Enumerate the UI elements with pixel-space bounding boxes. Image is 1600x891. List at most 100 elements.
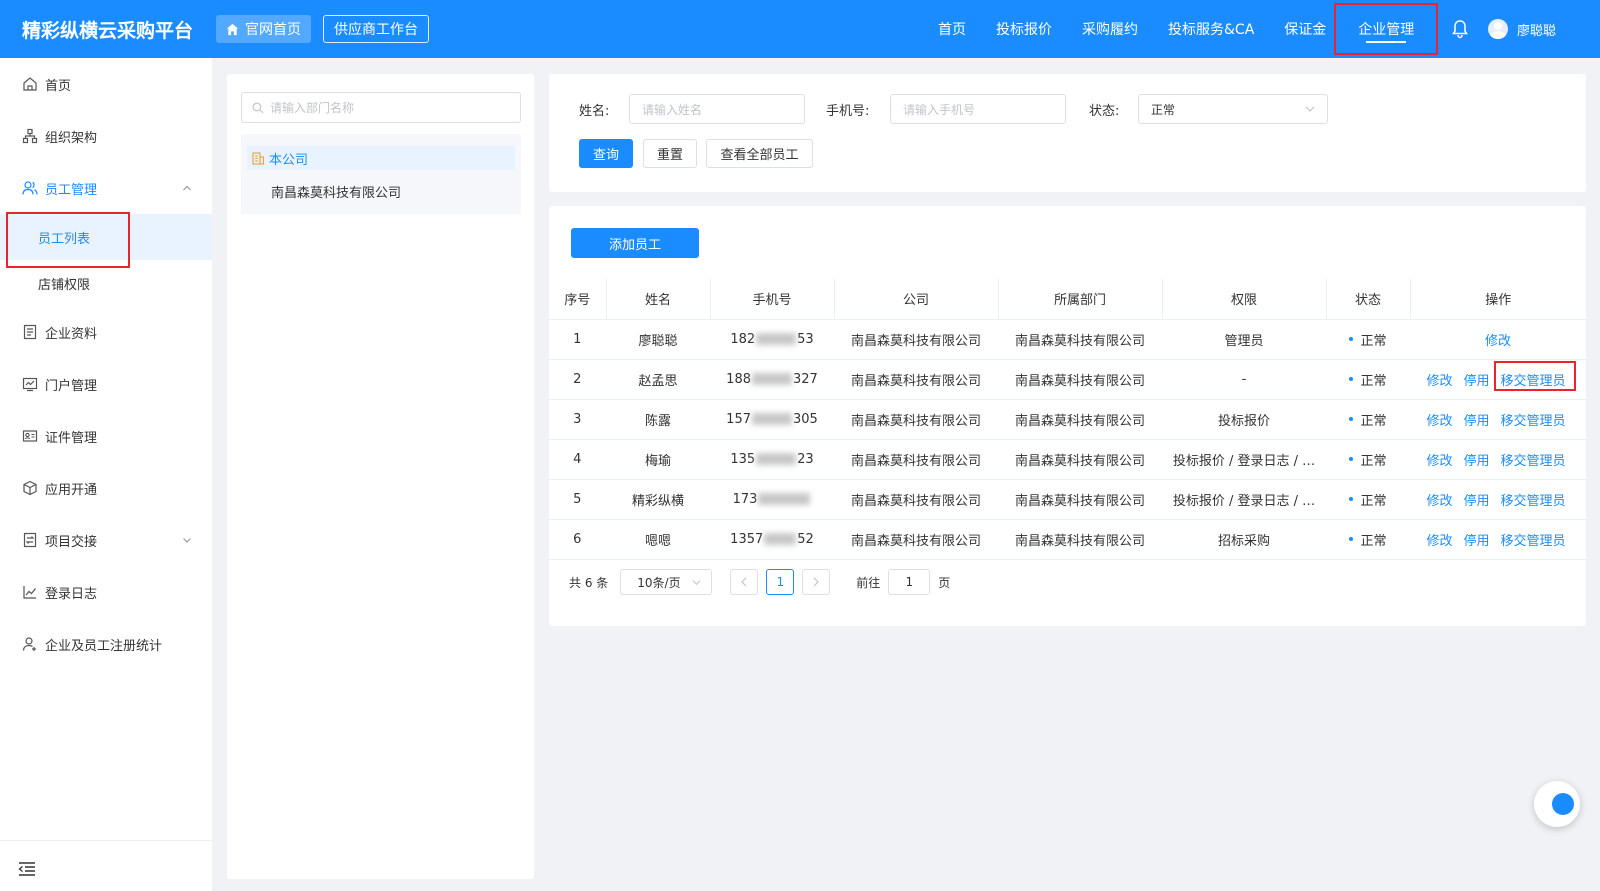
department-search-input[interactable]: 请输入部门名称 <box>241 92 521 123</box>
cell-permission: 管理员 <box>1162 319 1326 360</box>
phone-input[interactable]: 请输入手机号 <box>890 94 1066 124</box>
chevron-left-icon <box>741 577 747 587</box>
header-permission: 权限 <box>1162 279 1327 320</box>
cell-company: 南昌森莫科技有限公司 <box>834 399 998 440</box>
goto-page-input[interactable]: 1 <box>888 569 931 595</box>
cell-no: 1 <box>549 319 606 360</box>
floating-chat-button[interactable] <box>1534 781 1580 827</box>
transfer-admin-link[interactable]: 移交管理员 <box>1500 530 1565 549</box>
prev-page-button[interactable] <box>730 569 759 595</box>
cell-department: 南昌森莫科技有限公司 <box>998 359 1162 400</box>
disable-link[interactable]: 停用 <box>1463 530 1489 549</box>
table-row: 3 陈露 157 305 南昌森莫科技有限公司 南昌森莫科技有限公司 投标报价 正… <box>549 399 1586 440</box>
cell-status: 正常 <box>1326 399 1410 440</box>
sidebar-item-label: 项目交接 <box>45 534 98 550</box>
reset-button[interactable]: 重置 <box>643 139 697 168</box>
edit-link[interactable]: 修改 <box>1485 330 1511 349</box>
page-size-select[interactable]: 10条/页 <box>620 569 713 595</box>
cell-status: 正常 <box>1326 359 1410 400</box>
collapse-menu-icon[interactable] <box>18 861 36 877</box>
page-button-current[interactable]: 1 <box>766 569 795 595</box>
sidebar-item-company-info[interactable]: 企业资料 <box>0 306 212 358</box>
name-input[interactable]: 请输入姓名 <box>629 94 805 124</box>
status-dot <box>1349 537 1354 541</box>
top-nav: 首页 投标报价 采购履约 投标服务&CA 保证金 企业管理 <box>938 0 1446 58</box>
sidebar-item-login-log[interactable]: 登录日志 <box>0 566 212 618</box>
phone-prefix: 173 <box>732 491 758 507</box>
edit-link[interactable]: 修改 <box>1426 490 1452 509</box>
nav-enterprise-management[interactable]: 企业管理 <box>1334 3 1439 55</box>
cell-actions: 修改 停用 移交管理员 <box>1410 399 1586 440</box>
cell-status: 正常 <box>1326 519 1410 560</box>
chart-icon <box>23 586 36 599</box>
status-dot <box>1349 377 1354 381</box>
disable-link[interactable]: 停用 <box>1463 450 1489 469</box>
sidebar-item-registration-stats[interactable]: 企业及员工注册统计 <box>0 618 212 670</box>
highlight-box <box>6 212 130 268</box>
view-all-employees-button[interactable]: 查看全部员工 <box>706 139 813 168</box>
name-filter-label: 姓名: <box>579 104 610 119</box>
status-select[interactable]: 正常 <box>1138 94 1328 124</box>
sidebar-subitem-employee-list[interactable]: 员工列表 <box>0 212 212 268</box>
query-button[interactable]: 查询 <box>579 139 633 168</box>
home-icon <box>23 77 37 91</box>
transfer-admin-link[interactable]: 移交管理员 <box>1500 450 1565 469</box>
sidebar-item-handover[interactable]: 项目交接 <box>0 514 212 566</box>
add-employee-button[interactable]: 添加员工 <box>571 228 699 258</box>
cell-no: 2 <box>549 359 606 400</box>
cell-no: 4 <box>549 439 606 480</box>
transfer-admin-link[interactable]: 移交管理员 <box>1494 360 1577 391</box>
edit-link[interactable]: 修改 <box>1426 410 1452 429</box>
transfer-admin-link[interactable]: 移交管理员 <box>1500 410 1565 429</box>
sidebar-item-label: 组织架构 <box>45 130 98 146</box>
cell-actions: 修改 停用 移交管理员 <box>1410 479 1586 520</box>
bell-icon[interactable] <box>1451 19 1469 39</box>
cell-company: 南昌森莫科技有限公司 <box>834 479 998 520</box>
sidebar-item-label: 企业及员工注册统计 <box>45 638 163 654</box>
phone-prefix: 135 <box>730 451 756 467</box>
header-department: 所属部门 <box>998 279 1163 320</box>
disable-link[interactable]: 停用 <box>1463 410 1489 429</box>
nav-bidding[interactable]: 投标报价 <box>996 0 1052 58</box>
cell-phone: 188 327 <box>710 359 834 400</box>
transfer-admin-link[interactable]: 移交管理员 <box>1500 490 1565 509</box>
sidebar-item-certificates[interactable]: 证件管理 <box>0 410 212 462</box>
disable-link[interactable]: 停用 <box>1463 490 1489 509</box>
pagination: 共 6 条 10条/页 1 前往 1 页 <box>569 569 950 595</box>
edit-link[interactable]: 修改 <box>1426 530 1452 549</box>
cell-phone: 135 23 <box>710 439 834 480</box>
cell-name: 陈露 <box>606 399 710 440</box>
status-filter-label: 状态: <box>1089 104 1120 119</box>
nav-bid-service-ca[interactable]: 投标服务&CA <box>1168 0 1254 58</box>
sidebar-item-org[interactable]: 组织架构 <box>0 110 212 162</box>
tree-node-root[interactable]: 本公司 <box>247 146 515 170</box>
edit-link[interactable]: 修改 <box>1426 370 1452 389</box>
user-name[interactable]: 廖聪聪 <box>1517 20 1556 39</box>
sidebar-item-apps[interactable]: 应用开通 <box>0 462 212 514</box>
cell-name: 精彩纵横 <box>606 479 710 520</box>
edit-link[interactable]: 修改 <box>1426 450 1452 469</box>
search-filters: 姓名: 请输入姓名 手机号: 请输入手机号 状态: 正常 查询 重置 查看全部员… <box>549 74 1586 192</box>
disable-link[interactable]: 停用 <box>1463 370 1489 389</box>
sidebar-item-home[interactable]: 首页 <box>0 58 212 110</box>
cell-name: 嗯嗯 <box>606 519 710 560</box>
next-page-button[interactable] <box>802 569 831 595</box>
nav-home[interactable]: 首页 <box>938 0 966 58</box>
user-avatar[interactable] <box>1488 19 1508 39</box>
phone-prefix: 188 <box>726 371 751 387</box>
sidebar-item-label: 首页 <box>45 78 72 94</box>
sidebar-item-portal[interactable]: 门户管理 <box>0 358 212 410</box>
redacted-blur <box>752 373 792 385</box>
cell-actions: 修改 停用 移交管理员 <box>1410 439 1586 480</box>
home-site-button[interactable]: 官网首页 <box>216 15 311 43</box>
workbench-button[interactable]: 供应商工作台 <box>323 15 429 43</box>
cell-permission: 投标报价 <box>1162 399 1326 440</box>
sidebar-item-employee[interactable]: 员工管理 <box>0 162 212 214</box>
tree-node-company[interactable]: 南昌森莫科技有限公司 <box>271 182 401 201</box>
redacted-blur <box>756 453 797 465</box>
goto-label: 前往 <box>856 575 881 590</box>
nav-deposit[interactable]: 保证金 <box>1284 0 1326 58</box>
phone-suffix: 305 <box>793 411 818 427</box>
nav-procurement[interactable]: 采购履约 <box>1082 0 1138 58</box>
chevron-up-icon <box>183 185 191 191</box>
